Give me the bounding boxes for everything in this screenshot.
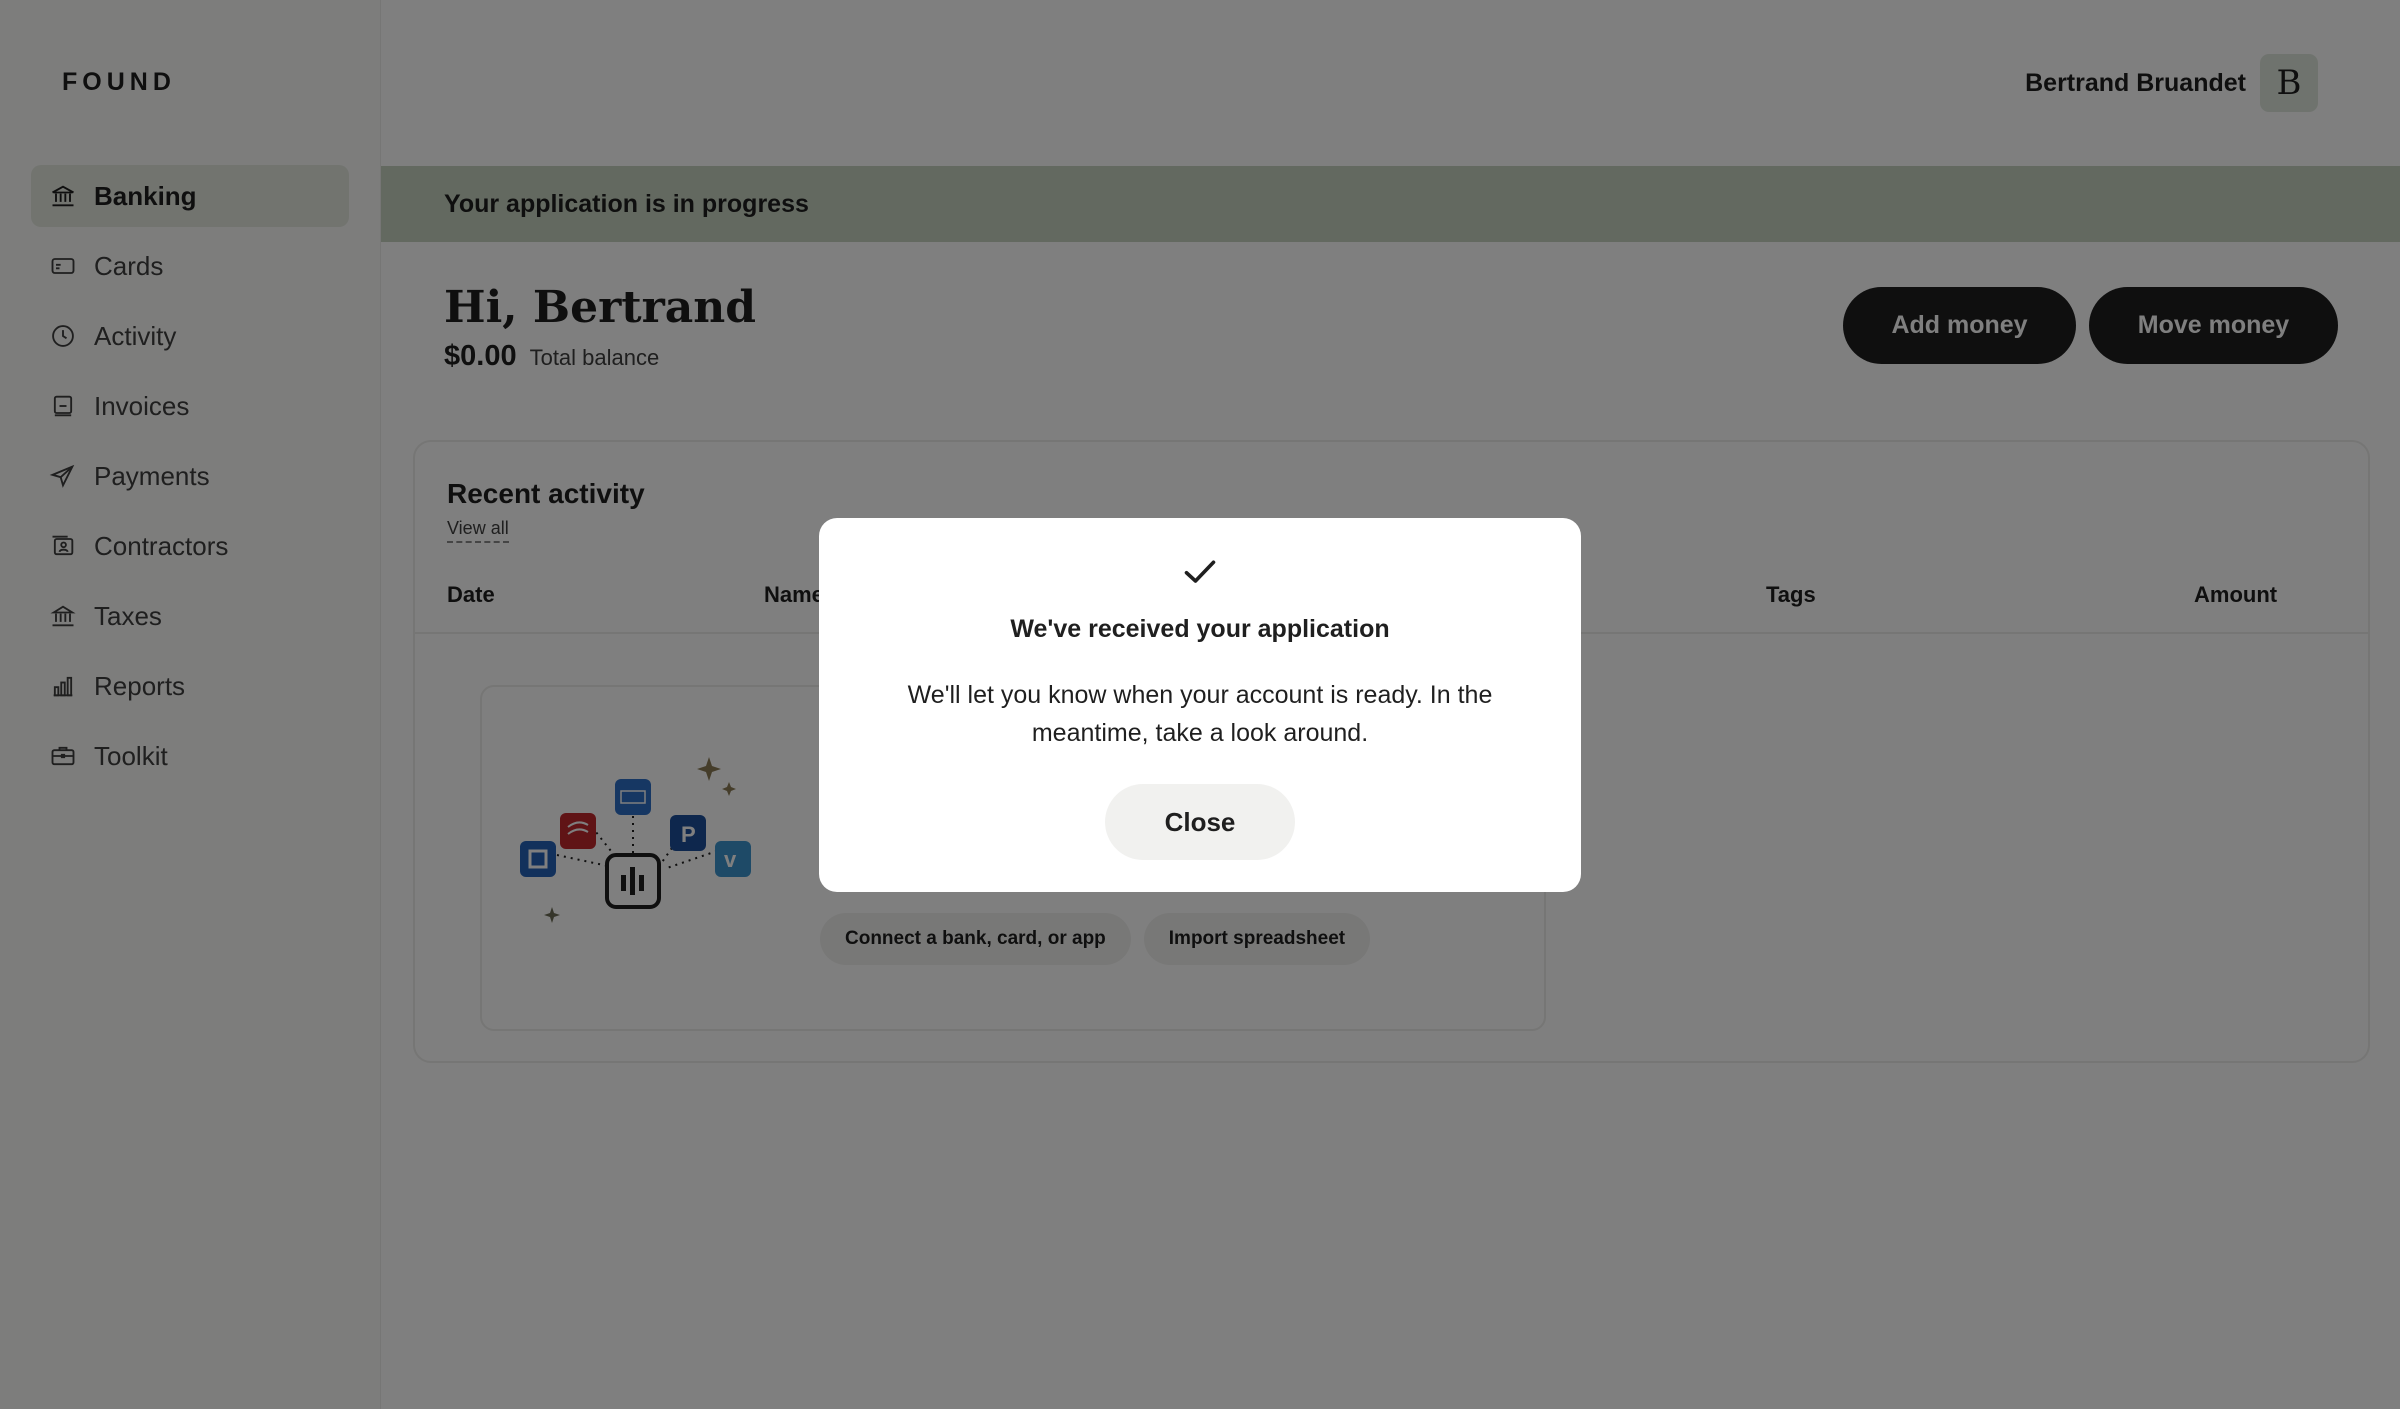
dialog-title: We've received your application xyxy=(1010,615,1390,643)
dialog-message: We'll let you know when your account is … xyxy=(907,681,1493,747)
close-button[interactable]: Close xyxy=(1105,784,1295,860)
application-received-dialog: We've received your application We'll le… xyxy=(819,518,1581,892)
checkmark-icon xyxy=(1184,560,1216,583)
